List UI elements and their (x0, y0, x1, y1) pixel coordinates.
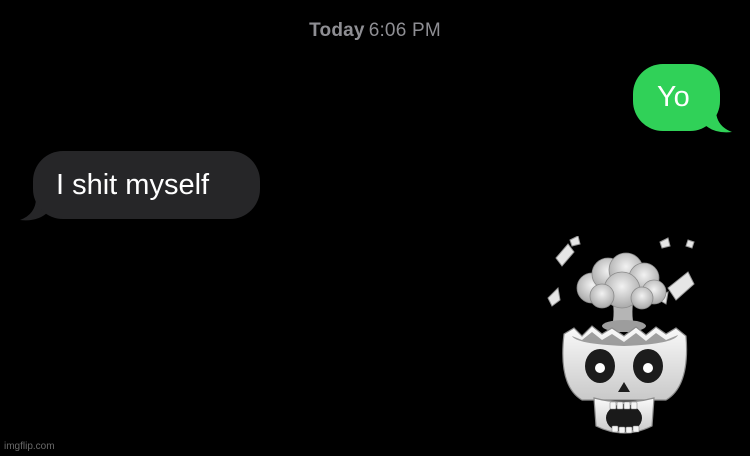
exploding-head-skull-memoji-icon[interactable] (544, 236, 704, 441)
timestamp-time: 6:06 PM (368, 20, 441, 41)
sent-message-text: Yo (657, 81, 690, 113)
received-message-text: I shit myself (56, 169, 210, 201)
conversation-timestamp: Today 6:06 PM (0, 20, 750, 42)
received-message-bubble[interactable]: I shit myself (33, 151, 260, 219)
timestamp-day: Today (309, 20, 365, 41)
sent-message-bubble[interactable]: Yo (633, 64, 720, 131)
watermark: imgflip.com (4, 441, 55, 452)
